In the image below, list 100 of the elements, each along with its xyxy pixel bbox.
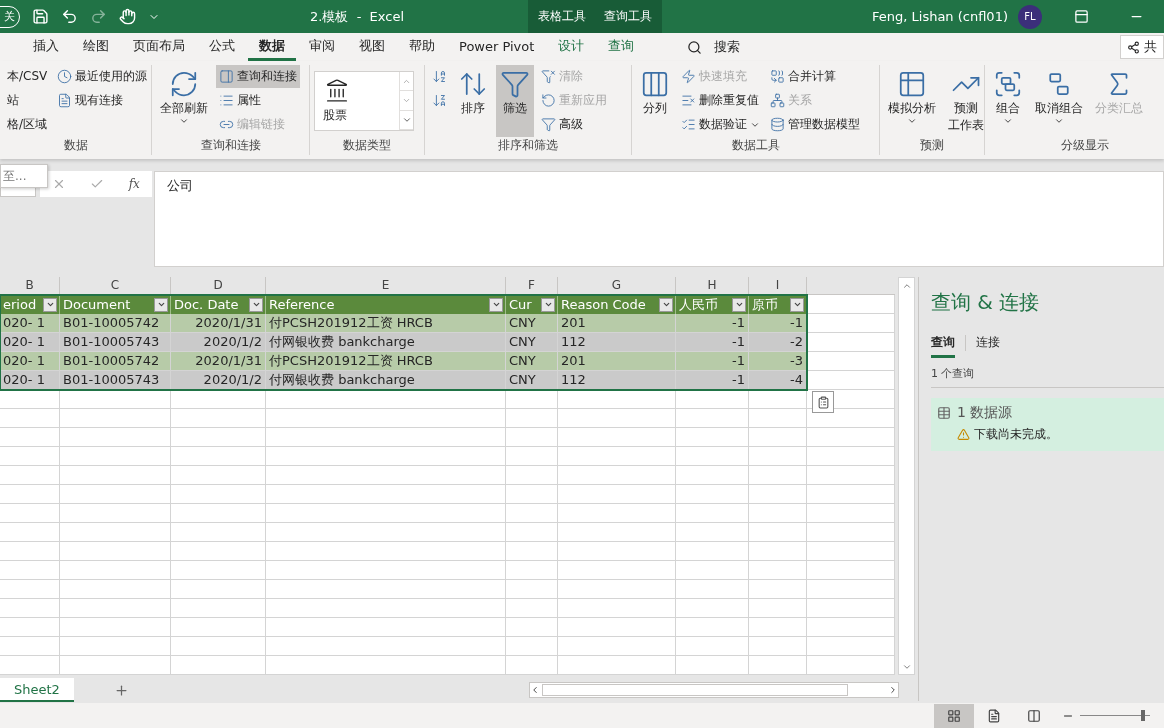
table-cell: 付网银收费 bankcharge	[266, 333, 506, 352]
filter-button[interactable]	[489, 297, 503, 312]
ribbon-button[interactable]: 排序	[454, 65, 492, 137]
quick-analysis-button[interactable]	[812, 391, 834, 413]
redo-icon[interactable]	[90, 8, 107, 25]
search-icon	[687, 39, 703, 55]
query-count: 1 个查询	[931, 366, 1164, 388]
ribbon-button[interactable]: 合并计算	[767, 65, 863, 88]
table-cell: 112	[558, 333, 676, 352]
ribbon-tab[interactable]: 视图	[348, 33, 396, 61]
touch-mode-icon[interactable]	[119, 8, 136, 25]
ribbon-tab[interactable]: 公式	[198, 33, 246, 61]
window-title: 2.模板 - Excel	[310, 7, 406, 26]
filter-button[interactable]	[249, 297, 263, 312]
ribbon-button[interactable]: 查询和连接	[216, 65, 300, 88]
grid-view-icon	[947, 708, 961, 723]
group-label: 数据类型	[343, 137, 391, 154]
ribbon-button[interactable]: 取消组合	[1031, 65, 1087, 137]
ribbon-button[interactable]: 全部刷新	[156, 65, 212, 137]
menu-item[interactable]: 至...	[3, 167, 27, 185]
ribbon-tab[interactable]: 插入	[22, 33, 70, 61]
ribbon-button[interactable]: 筛选	[496, 65, 534, 137]
save-icon[interactable]	[32, 8, 49, 25]
ribbon-button[interactable]: 现有连接	[54, 89, 151, 112]
search-field[interactable]: 搜索	[687, 38, 741, 56]
column-header[interactable]: G	[558, 277, 676, 295]
query-status: 下载尚未完成。	[957, 426, 1158, 443]
page-layout-icon	[987, 708, 1001, 723]
column-header[interactable]: D	[171, 277, 266, 295]
column-header[interactable]: F	[506, 277, 558, 295]
filter-button[interactable]	[790, 297, 804, 312]
remove-duplicates-icon	[681, 93, 696, 108]
table-header-cell: Doc. Date	[171, 295, 266, 314]
table-cell: -4	[749, 371, 807, 390]
table-cell: CNY	[506, 314, 558, 333]
ribbon-button[interactable]: 高级	[538, 113, 610, 136]
horizontal-scrollbar[interactable]	[528, 682, 899, 698]
column-header[interactable]: C	[60, 277, 171, 295]
filter-button[interactable]	[541, 297, 555, 312]
share-button[interactable]: 共	[1120, 35, 1164, 59]
table-cell: -1	[676, 333, 749, 352]
page-break-icon	[1027, 708, 1041, 723]
filter-button[interactable]	[43, 297, 57, 312]
vertical-scrollbar[interactable]	[898, 277, 915, 675]
ribbon-tab[interactable]: 帮助	[398, 33, 446, 61]
add-sheet-icon[interactable]	[113, 682, 129, 698]
ribbon-button[interactable]: 属性	[216, 89, 300, 112]
clock-icon	[57, 69, 73, 84]
table-cell: 2020/1/31	[171, 314, 266, 333]
pane-tab[interactable]: 连接	[976, 334, 1000, 358]
table-cell: B01-10005742	[60, 314, 171, 333]
undo-icon[interactable]	[61, 8, 78, 25]
table-cell: B01-10005743	[60, 371, 171, 390]
zoom-thumb[interactable]	[1141, 710, 1145, 721]
ribbon-button[interactable]: 分列	[636, 65, 674, 137]
column-header[interactable]: B	[0, 277, 60, 295]
user-avatar[interactable]: FL	[1018, 4, 1042, 29]
table-cell: 2020/1/31	[171, 352, 266, 371]
column-header[interactable]: I	[749, 277, 807, 295]
insert-function-button[interactable]: fx	[128, 177, 140, 191]
ribbon-button[interactable]: 最近使用的源	[54, 65, 151, 88]
column-header[interactable]: H	[676, 277, 749, 295]
formula-field[interactable]: 公司	[154, 171, 1164, 267]
table-cell: -3	[749, 352, 807, 371]
ribbon-tab[interactable]: Power Pivot	[448, 34, 546, 60]
columns-icon	[640, 69, 670, 99]
ribbon-tab[interactable]: 设计	[547, 33, 596, 61]
sheet-grid[interactable]	[0, 295, 895, 675]
ribbon-button[interactable]: 管理数据模型	[767, 113, 863, 136]
table-cell: B01-10005743	[60, 333, 171, 352]
filter-button[interactable]	[732, 297, 746, 312]
ribbon-button[interactable]: 预测 工作表	[944, 65, 988, 137]
ribbon-button[interactable]: 数据验证	[678, 113, 763, 136]
ribbon-button[interactable]: 格/区域	[4, 113, 51, 136]
ribbon-button[interactable]: 本/CSV	[4, 65, 51, 88]
group-label: 数据	[63, 137, 88, 154]
table-header-cell: Reason Code	[558, 295, 676, 314]
sheet-tab[interactable]: Sheet2	[0, 678, 74, 702]
ribbon-button[interactable]: 删除重复值	[678, 89, 763, 112]
query-item[interactable]: 1 数据源 下载尚未完成。	[931, 398, 1164, 451]
ribbon-tab[interactable]: 页面布局	[122, 33, 196, 61]
filter-button[interactable]	[154, 297, 168, 312]
user-name[interactable]: Feng, Lishan (cnfl01)	[872, 9, 1008, 24]
button-label: 工作表	[948, 118, 984, 133]
ribbon-button[interactable]: 组合	[989, 65, 1027, 137]
ribbon-button[interactable]: 站	[4, 89, 51, 112]
pane-tab[interactable]: 查询	[931, 334, 955, 358]
ribbon-display-icon[interactable]	[1074, 9, 1089, 24]
filter-button[interactable]	[659, 297, 673, 312]
ribbon-button[interactable]: 模拟分析	[884, 65, 940, 137]
table-cell: CNY	[506, 352, 558, 371]
button-label: 预测	[954, 101, 978, 116]
column-header[interactable]: E	[266, 277, 506, 295]
query-name: 1 数据源	[937, 404, 1158, 422]
group-label: 查询和连接	[200, 137, 261, 154]
ribbon-tab[interactable]: 绘图	[72, 33, 120, 61]
table-cell: -1	[676, 371, 749, 390]
view-button[interactable]	[934, 703, 974, 728]
ribbon-tab[interactable]: 审阅	[298, 33, 346, 61]
ribbon-tab[interactable]: 查询	[597, 33, 646, 61]
